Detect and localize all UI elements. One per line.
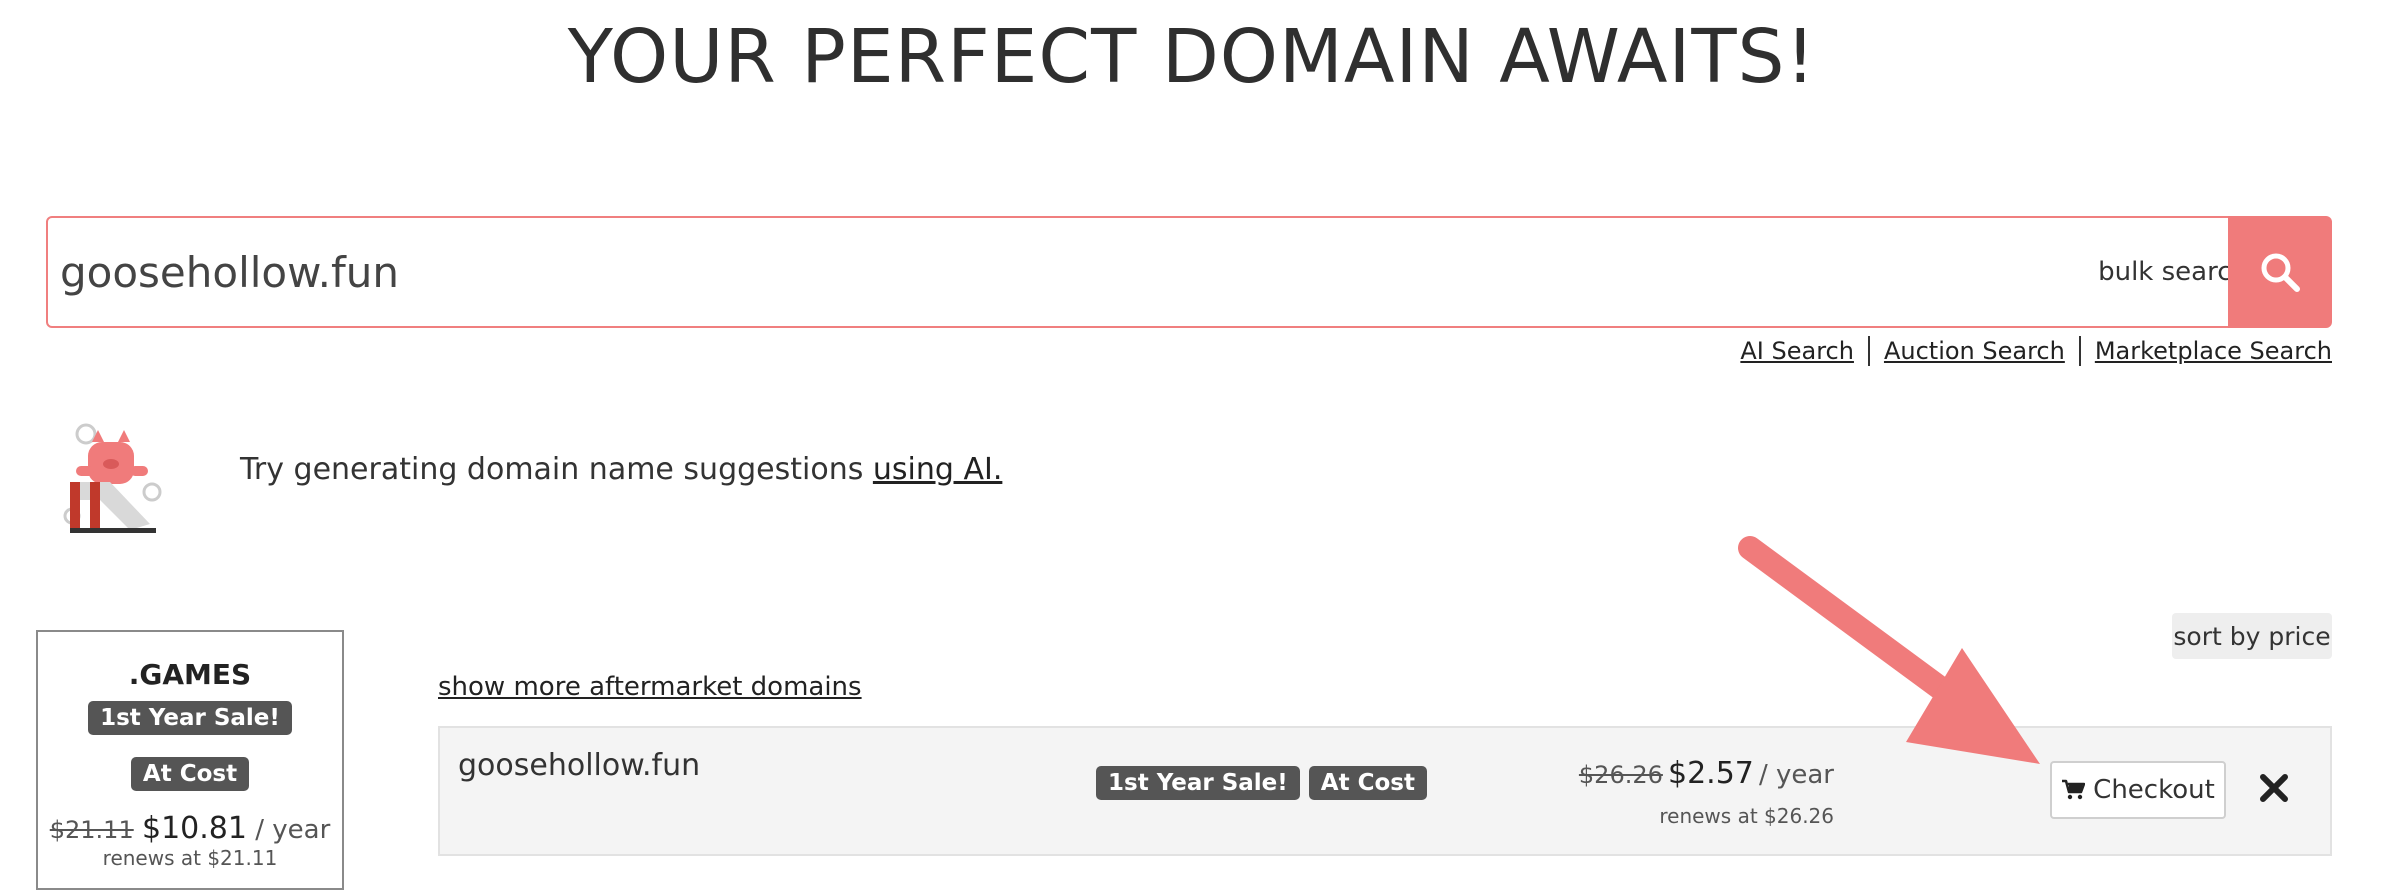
- ai-suggestion-copy: Try generating domain name suggestions: [240, 452, 873, 487]
- result-badges: 1st Year Sale! At Cost: [1096, 766, 1427, 800]
- link-divider: [1867, 336, 1870, 366]
- renewal-price: renews at $26.26: [1659, 804, 1834, 828]
- original-price: $26.26: [1578, 761, 1663, 789]
- search-input[interactable]: [48, 217, 2099, 327]
- original-price: $21.11: [49, 816, 134, 844]
- search-icon: [2261, 253, 2300, 292]
- annotation-arrow-icon: [1738, 536, 2040, 764]
- page-title: YOUR PERFECT DOMAIN AWAITS!: [567, 14, 1817, 100]
- tld-name: .GAMES: [128, 658, 252, 691]
- tld-price: $21.11 $10.81 / year: [38, 811, 342, 846]
- search-mode-links: AI Search Auction Search Marketplace Sea…: [1740, 336, 2332, 366]
- at-cost-badge: At Cost: [130, 757, 250, 791]
- pig-mascot-illustration: [63, 423, 162, 533]
- sale-price: $10.81: [141, 811, 247, 846]
- checkout-label: Checkout: [2093, 775, 2215, 805]
- ai-search-link[interactable]: AI Search: [1740, 337, 1854, 365]
- result-domain-name: goosehollow.fun: [458, 748, 701, 783]
- sale-badge: 1st Year Sale!: [88, 701, 292, 735]
- price-period: / year: [255, 815, 331, 845]
- auction-search-link[interactable]: Auction Search: [1884, 337, 2065, 365]
- tld-card-games[interactable]: .GAMES 1st Year Sale! At Cost $21.11 $10…: [36, 630, 344, 890]
- marketplace-search-link[interactable]: Marketplace Search: [2095, 337, 2332, 365]
- ai-mascot: [60, 420, 172, 538]
- search-button[interactable]: [2228, 216, 2332, 328]
- sort-by-price-button[interactable]: sort by price: [2172, 613, 2332, 659]
- close-icon[interactable]: [2254, 764, 2294, 812]
- renewal-price: renews at $21.11: [102, 846, 278, 870]
- bulk-search-label: bulk search: [2098, 257, 2248, 287]
- at-cost-badge: At Cost: [1308, 766, 1427, 800]
- search-bar: bulk search: [46, 216, 2330, 328]
- ai-suggestion-text: Try generating domain name suggestions u…: [240, 452, 1002, 487]
- using-ai-link[interactable]: using AI.: [873, 452, 1002, 487]
- link-divider: [2078, 336, 2081, 366]
- sale-badge: 1st Year Sale!: [1096, 766, 1300, 800]
- cart-icon: [2062, 779, 2086, 800]
- show-more-aftermarket-link[interactable]: show more aftermarket domains: [438, 672, 862, 702]
